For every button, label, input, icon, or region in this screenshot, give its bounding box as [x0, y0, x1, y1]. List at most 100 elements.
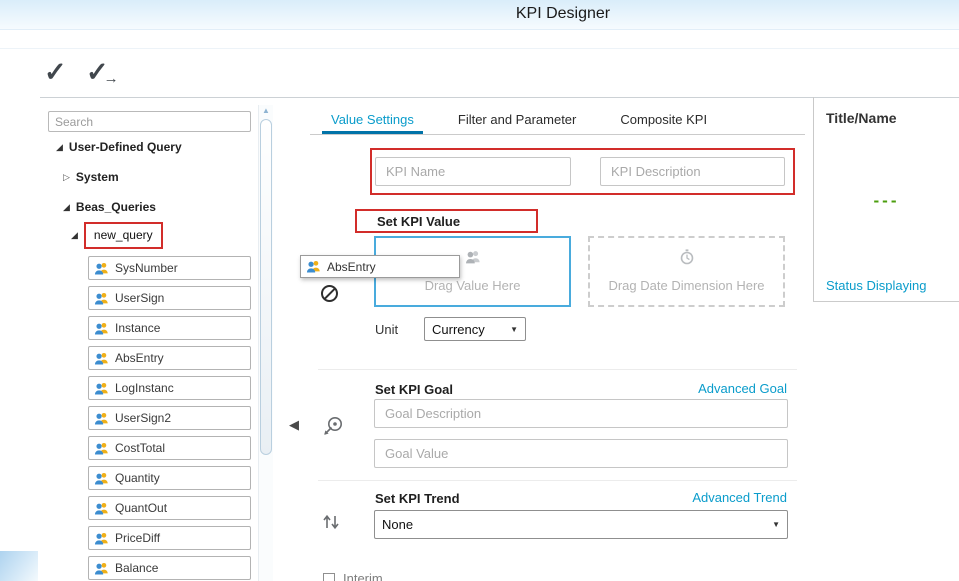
tree-expanded-icon[interactable]: ◢	[71, 230, 78, 241]
tree-node-label: System	[76, 170, 119, 184]
kpi-description-input[interactable]	[600, 157, 785, 186]
set-kpi-trend-label: Set KPI Trend	[375, 491, 460, 506]
unit-select[interactable]: Currency ▼	[424, 317, 526, 341]
set-kpi-goal-label: Set KPI Goal	[375, 382, 453, 397]
users-icon	[94, 471, 109, 486]
field-item-sysnumber[interactable]: SysNumber	[88, 256, 251, 280]
tree-node-system[interactable]: ▷ System	[63, 169, 119, 185]
advanced-goal-link[interactable]: Advanced Goal	[698, 381, 787, 396]
tab-composite-kpi[interactable]: Composite KPI	[611, 108, 716, 134]
corner-decoration	[0, 551, 38, 581]
users-icon	[94, 351, 109, 366]
field-item-usersign[interactable]: UserSign	[88, 286, 251, 310]
page-title: KPI Designer	[516, 5, 610, 23]
tab-filter-and-parameter[interactable]: Filter and Parameter	[449, 108, 586, 134]
preview-panel: Title/Name --- Status Displaying	[814, 98, 959, 581]
users-icon	[94, 321, 109, 336]
users-icon	[94, 441, 109, 456]
stopwatch-icon	[679, 249, 695, 265]
field-label: UserSign2	[115, 411, 171, 425]
field-item-absentry[interactable]: AbsEntry	[88, 346, 251, 370]
scroll-up-icon[interactable]: ▲	[259, 106, 273, 115]
section-divider	[318, 369, 797, 370]
field-label: Instance	[115, 321, 160, 335]
goal-target-icon	[322, 415, 344, 437]
confirm-button[interactable]: ✓	[44, 56, 67, 88]
sidebar-scrollbar[interactable]: ▲	[258, 105, 273, 581]
dragged-field-label: AbsEntry	[327, 260, 376, 274]
goal-description-input[interactable]	[374, 399, 788, 428]
preview-title: Title/Name	[826, 110, 897, 126]
field-item-quantity[interactable]: Quantity	[88, 466, 251, 490]
field-item-pricediff[interactable]: PriceDiff	[88, 526, 251, 550]
arrow-right-icon: →	[104, 70, 119, 87]
users-icon	[94, 561, 109, 576]
field-label: QuantOut	[115, 501, 167, 515]
users-icon	[94, 381, 109, 396]
chevron-down-icon: ▼	[510, 325, 518, 334]
interim-checkbox[interactable]	[323, 573, 335, 581]
field-label: Quantity	[115, 471, 160, 485]
chevron-down-icon: ▼	[772, 520, 780, 529]
search-input[interactable]	[48, 111, 251, 132]
tree-expanded-icon[interactable]: ◢	[63, 202, 70, 213]
tree-node-new-query[interactable]: ◢ new_query	[71, 227, 163, 243]
field-label: PriceDiff	[115, 531, 160, 545]
no-drop-cursor-icon	[321, 285, 338, 302]
field-label: LogInstanc	[115, 381, 174, 395]
tree-node-label: User-Defined Query	[69, 140, 182, 154]
drag-value-placeholder: Drag Value Here	[425, 278, 521, 293]
drag-date-placeholder: Drag Date Dimension Here	[608, 278, 764, 293]
tree-collapsed-icon[interactable]: ▷	[63, 172, 70, 183]
header-divider	[0, 48, 959, 49]
kpi-designer-app: KPI Designer ✓ ✓ → ◢ User-Defined Query …	[0, 0, 959, 581]
field-item-loginstanc[interactable]: LogInstanc	[88, 376, 251, 400]
tree-node-user-defined-query[interactable]: ◢ User-Defined Query	[56, 139, 182, 155]
tab-value-settings[interactable]: Value Settings	[322, 108, 423, 134]
kpi-name-input[interactable]	[375, 157, 571, 186]
unit-label: Unit	[375, 322, 398, 337]
set-kpi-value-label: Set KPI Value	[377, 214, 460, 229]
preview-placeholder-value: ---	[814, 191, 959, 211]
field-item-usersign2[interactable]: UserSign2	[88, 406, 251, 430]
field-label: CostTotal	[115, 441, 165, 455]
trend-selected-value: None	[382, 517, 413, 532]
trend-select[interactable]: None ▼	[374, 510, 788, 539]
tree-node-label: Beas_Queries	[76, 200, 156, 214]
users-icon	[94, 531, 109, 546]
users-icon	[94, 411, 109, 426]
sidebar: ◢ User-Defined Query ▷ System ◢ Beas_Que…	[40, 105, 272, 581]
measure-users-icon	[465, 249, 481, 265]
field-item-quantout[interactable]: QuantOut	[88, 496, 251, 520]
highlight-new-query: new_query	[84, 222, 163, 249]
goal-value-input[interactable]	[374, 439, 788, 468]
advanced-trend-link[interactable]: Advanced Trend	[692, 490, 787, 505]
tab-bar: Value Settings Filter and Parameter Comp…	[310, 108, 805, 135]
status-displaying-link[interactable]: Status Displaying	[826, 278, 926, 293]
field-item-instance[interactable]: Instance	[88, 316, 251, 340]
drag-date-dropzone[interactable]: Drag Date Dimension Here	[588, 236, 785, 307]
field-label: AbsEntry	[115, 351, 164, 365]
section-divider	[318, 480, 797, 481]
field-label: Balance	[115, 561, 158, 575]
field-label: UserSign	[115, 291, 164, 305]
tree-node-beas-queries[interactable]: ◢ Beas_Queries	[63, 199, 156, 215]
collapse-panel-icon[interactable]: ◀	[289, 417, 299, 433]
users-icon	[94, 501, 109, 516]
users-icon	[306, 259, 321, 274]
field-item-costtotal[interactable]: CostTotal	[88, 436, 251, 460]
highlight-set-kpi-value: Set KPI Value	[355, 209, 538, 233]
unit-selected-value: Currency	[432, 322, 485, 337]
field-item-balance[interactable]: Balance	[88, 556, 251, 580]
tree-expanded-icon[interactable]: ◢	[56, 142, 63, 153]
interim-label: Interim	[343, 571, 383, 581]
users-icon	[94, 291, 109, 306]
dragged-field-chip[interactable]: AbsEntry	[300, 255, 460, 278]
confirm-and-continue-button[interactable]: ✓ →	[86, 56, 119, 88]
scrollbar-thumb[interactable]	[260, 119, 272, 455]
check-icon: ✓	[44, 56, 67, 88]
tree-node-label: new_query	[94, 228, 153, 242]
interim-row: Interim	[323, 571, 383, 581]
app-header: KPI Designer	[0, 0, 959, 30]
trend-arrows-icon	[320, 511, 342, 533]
